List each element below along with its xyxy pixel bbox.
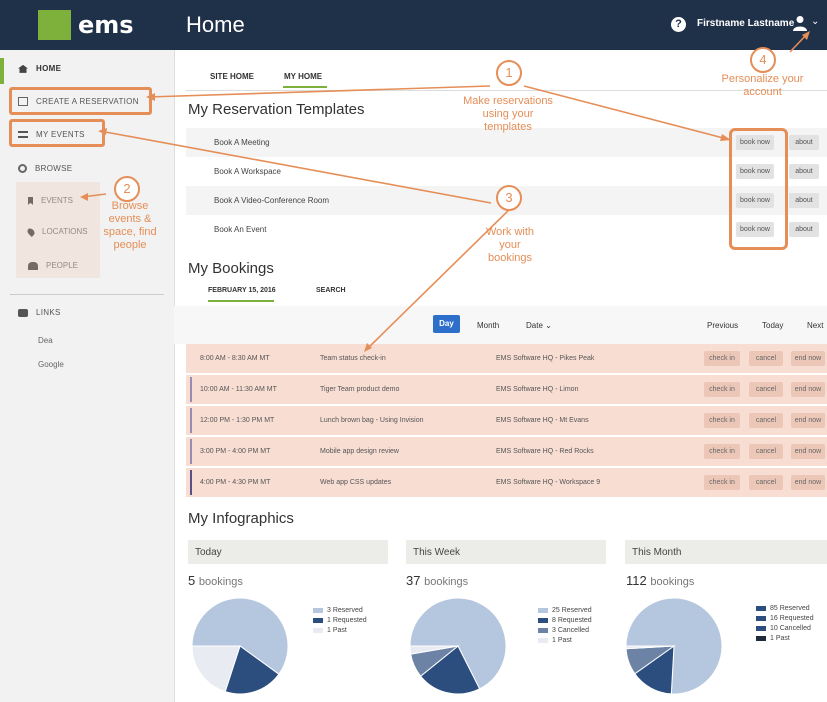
annotation-number-4: 4 bbox=[750, 47, 776, 73]
annotation-number-2: 2 bbox=[114, 176, 140, 202]
arrow-1-left bbox=[147, 85, 491, 98]
arrow-3-left bbox=[99, 130, 492, 204]
arrow-head bbox=[146, 93, 155, 101]
arrow-head bbox=[80, 193, 88, 201]
arrow-head bbox=[720, 134, 731, 141]
annotation-text-4: Personalize your account bbox=[721, 73, 804, 98]
arrow-head bbox=[98, 128, 107, 135]
annotation-number-3: 3 bbox=[496, 185, 522, 211]
annotation-text-3: Work with your bookings bbox=[485, 226, 535, 264]
annotation-number-1: 1 bbox=[496, 60, 522, 86]
annotation-text-2: Browse events & space, find people bbox=[103, 200, 157, 251]
annotation-text-1: Make reservations using your templates bbox=[463, 95, 553, 133]
annotation-arrows bbox=[80, 31, 810, 352]
